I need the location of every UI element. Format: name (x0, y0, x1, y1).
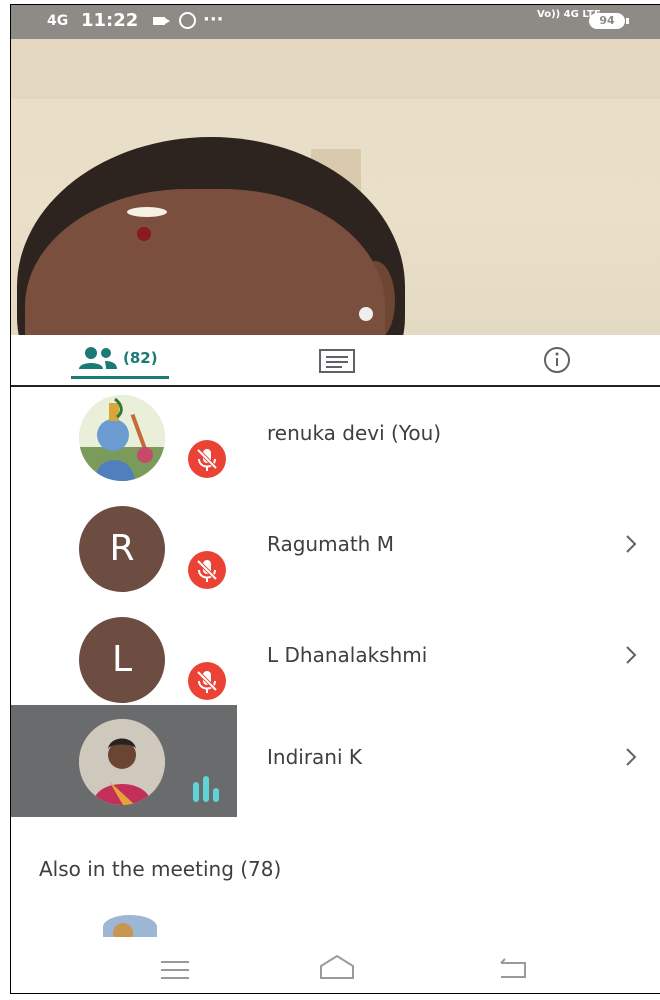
participant-name: Ragumath M (267, 532, 394, 556)
mic-muted-badge (185, 437, 229, 481)
participant-row[interactable]: R Ragumath M (11, 492, 660, 604)
people-icon (79, 347, 117, 369)
participant-row[interactable]: Indirani K (11, 705, 660, 817)
video-camera-icon (153, 17, 170, 25)
info-icon (544, 347, 570, 373)
avatar (79, 395, 165, 481)
tab-chat[interactable] (317, 335, 357, 385)
mic-muted-badge (185, 659, 229, 703)
participant-row[interactable]: L L Dhanalakshmi (11, 603, 660, 715)
clock: 11:22 (81, 10, 139, 31)
status-bar: 4G 11:22 ··· Vo)) 4G LTE 94 (11, 5, 660, 39)
mic-muted-badge (185, 548, 229, 592)
meeting-tabs: (82) (11, 335, 660, 385)
battery-icon: 94 (589, 13, 629, 29)
more-notifications: ··· (203, 9, 224, 30)
avatar (79, 719, 165, 805)
home-icon[interactable] (317, 952, 357, 982)
participant-row[interactable]: renuka devi (You) (11, 381, 660, 493)
chevron-right-icon[interactable] (621, 532, 641, 556)
participant-video[interactable] (11, 39, 660, 335)
speaking-indicator (191, 776, 225, 802)
wall (11, 39, 660, 99)
avatar[interactable] (103, 915, 157, 939)
menu-icon[interactable] (161, 959, 189, 979)
active-tab-indicator (71, 376, 169, 379)
chevron-right-icon[interactable] (621, 745, 641, 769)
earring (359, 307, 373, 321)
system-nav-bar (11, 937, 660, 993)
people-count: (82) (123, 349, 158, 367)
back-icon[interactable] (497, 957, 529, 981)
tab-info[interactable] (537, 335, 577, 385)
krishna-avatar-image (79, 395, 165, 481)
avatar-initial: R (79, 506, 165, 592)
meet-screen: 4G 11:22 ··· Vo)) 4G LTE 94 (82) renuka … (10, 4, 660, 994)
whatsapp-icon (179, 12, 196, 29)
forehead-mark (127, 207, 167, 217)
participant-photo (79, 719, 165, 805)
mic-off-icon (196, 448, 218, 471)
mic-off-icon (196, 670, 218, 693)
participant-name: L Dhanalakshmi (267, 643, 428, 667)
signal-indicator: 4G (47, 13, 69, 29)
mic-off-icon (196, 559, 218, 582)
participant-name: renuka devi (You) (267, 421, 442, 445)
also-in-meeting-heading: Also in the meeting (78) (39, 857, 282, 881)
bindi (137, 227, 151, 241)
chat-icon (319, 349, 355, 373)
avatar-initial: L (79, 617, 165, 703)
participant-name: Indirani K (267, 745, 363, 769)
chevron-right-icon[interactable] (621, 643, 641, 667)
